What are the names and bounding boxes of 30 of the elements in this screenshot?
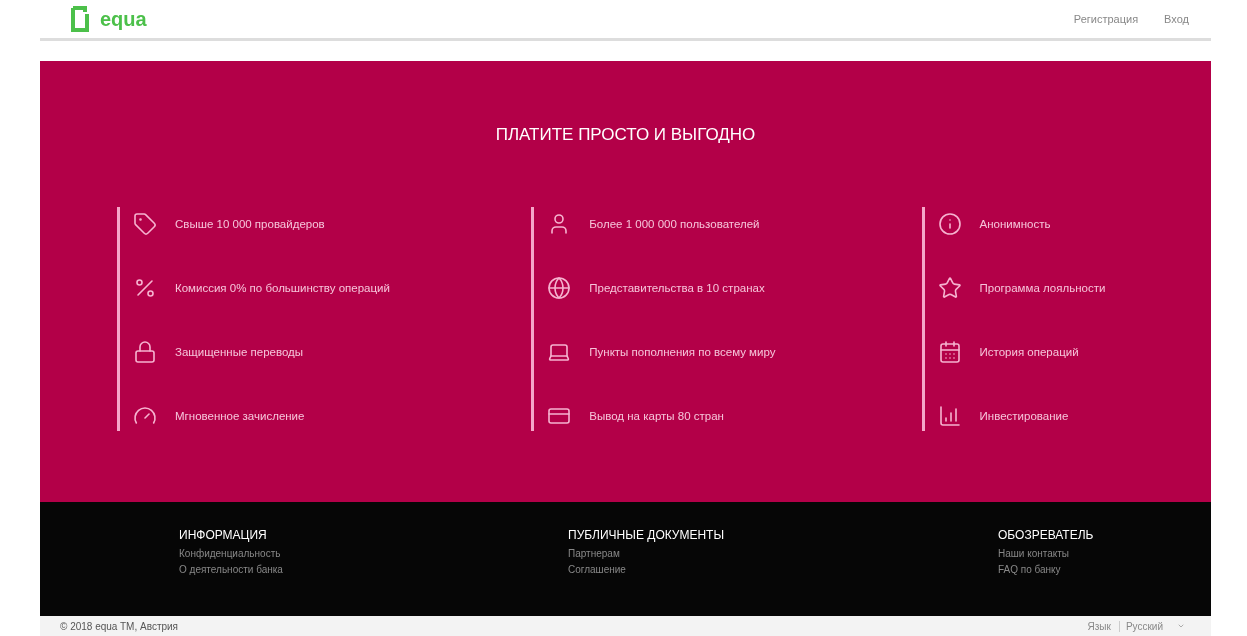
footer-link[interactable]: Партнерам bbox=[568, 548, 998, 559]
feature-text: Представительства в 10 странах bbox=[589, 282, 765, 294]
logo-icon bbox=[70, 6, 90, 32]
footer-link[interactable]: FAQ по банку bbox=[998, 564, 1198, 575]
feature-text: Защищенные переводы bbox=[175, 346, 304, 358]
footer-heading: ИНФОРМАЦИЯ bbox=[179, 528, 268, 542]
feature-text: Анонимность bbox=[979, 218, 1051, 230]
footer-link[interactable]: Соглашение bbox=[568, 564, 998, 575]
logo-text: equa bbox=[100, 7, 147, 31]
footer-heading: ПУБЛИЧНЫЕ ДОКУМЕНТЫ bbox=[568, 528, 726, 542]
copyright-text: © 2018 equa TM, Австрия bbox=[60, 620, 179, 632]
caret-icon bbox=[1177, 622, 1185, 630]
feature-text: История операций bbox=[979, 346, 1079, 358]
nav-link[interactable]: Регистрация bbox=[1073, 13, 1139, 25]
footer-link[interactable]: Наши контакты bbox=[998, 548, 1198, 559]
feature-text: Мгновенное зачисление bbox=[175, 410, 305, 422]
footer-link[interactable]: О деятельности банка bbox=[179, 564, 568, 575]
language-label: Язык bbox=[1087, 620, 1111, 632]
feature-text: Пункты пополнения по всему миру bbox=[589, 346, 776, 358]
feature-text: Программа лояльности bbox=[979, 282, 1106, 294]
feature-text: Комиссия 0% по большинству операций bbox=[175, 282, 390, 294]
feature-text: Вывод на карты 80 стран bbox=[589, 410, 724, 422]
footer-heading: ОБОЗРЕВАТЕЛЬ bbox=[998, 528, 1095, 542]
nav-link[interactable]: Вход bbox=[1164, 13, 1189, 25]
footer-link[interactable]: Конфиденциальность bbox=[179, 548, 568, 559]
feature-text: Свыше 10 000 провайдеров bbox=[175, 218, 325, 230]
feature-text: Инвестирование bbox=[979, 410, 1069, 422]
language-select[interactable]: Русский bbox=[1118, 620, 1191, 632]
feature-text: Более 1 000 000 пользователей bbox=[589, 218, 760, 230]
hero-title: ПЛАТИТЕ ПРОСТО И ВЫГОДНО bbox=[495, 125, 756, 145]
